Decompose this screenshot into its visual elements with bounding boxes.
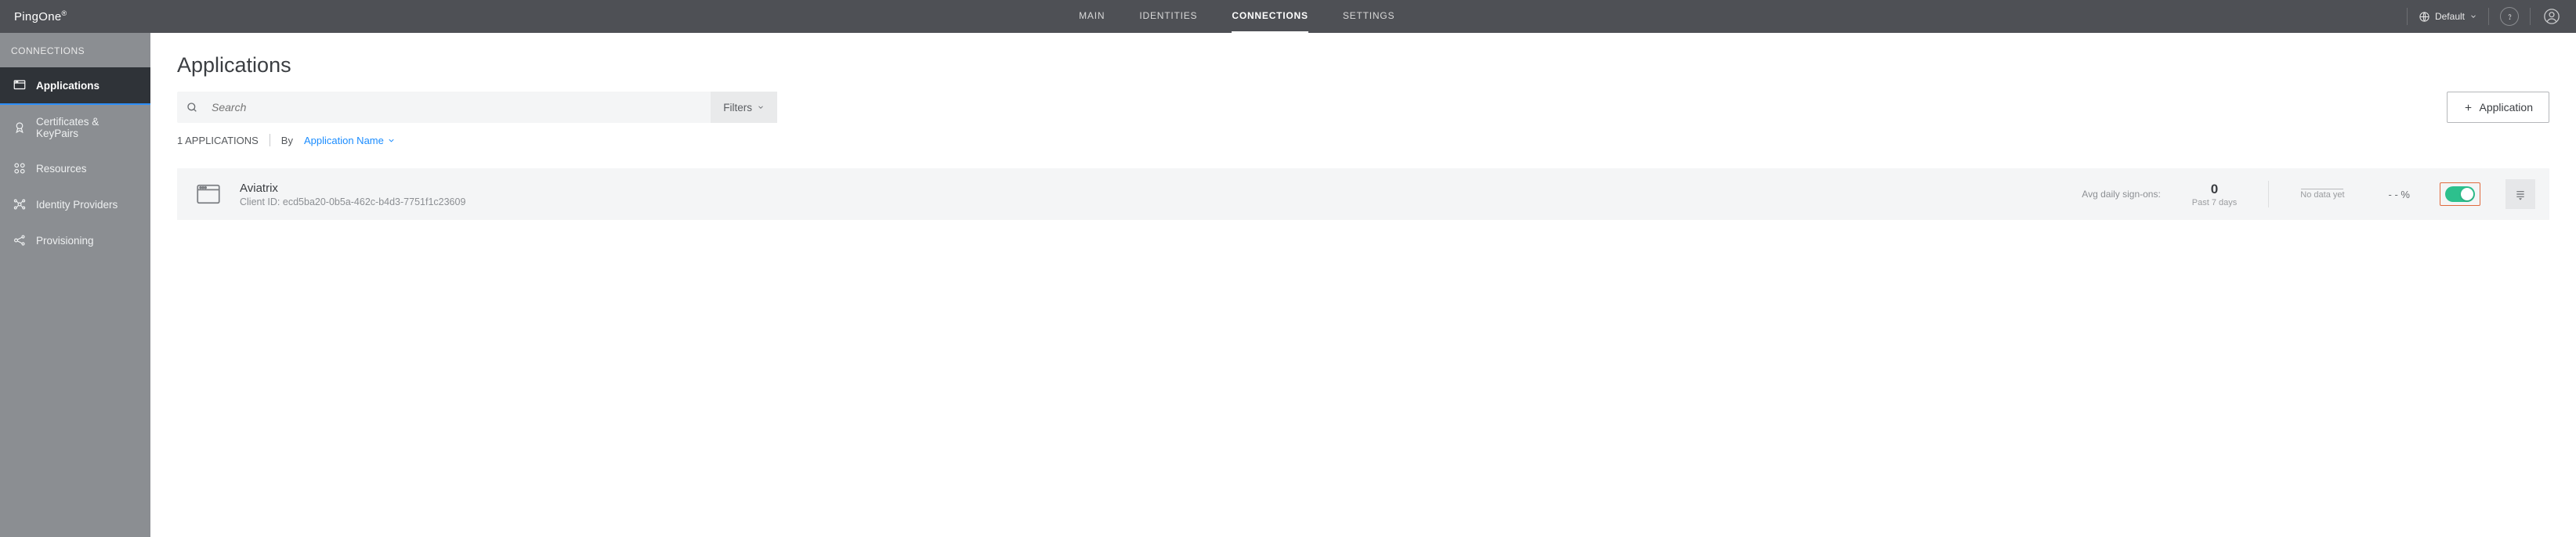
sidebar-item-label: Identity Providers	[36, 199, 118, 211]
environment-selector[interactable]: Default	[2419, 11, 2477, 23]
applications-icon	[13, 78, 27, 92]
top-nav: MAIN IDENTITIES CONNECTIONS SETTINGS	[67, 0, 2407, 33]
add-application-button[interactable]: Application	[2447, 92, 2550, 123]
sort-by-value: Application Name	[304, 135, 384, 146]
search-input[interactable]	[207, 92, 711, 123]
sidebar-item-identity-providers[interactable]: Identity Providers	[0, 186, 150, 222]
metric-period: Past 7 days	[2192, 198, 2237, 207]
main-content: Applications Filters Applica	[150, 33, 2576, 537]
brand-reg: ®	[61, 9, 67, 17]
application-client-id: Client ID: ecd5ba20-0b5a-462c-b4d3-7751f…	[240, 196, 465, 207]
sort-by-dropdown[interactable]: Application Name	[304, 135, 396, 146]
toggle-knob	[2461, 188, 2473, 200]
brand-logo: PingOne®	[14, 9, 67, 23]
nav-settings[interactable]: SETTINGS	[1343, 0, 1395, 33]
page-title: Applications	[177, 53, 2549, 77]
help-button[interactable]	[2500, 7, 2519, 26]
sidebar-title: CONNECTIONS	[0, 33, 150, 67]
top-right: Default	[2407, 6, 2562, 27]
client-id-label: Client ID:	[240, 196, 280, 207]
layout: CONNECTIONS Applications Certificates & …	[0, 33, 2576, 537]
search-wrap: Filters	[177, 92, 777, 123]
sidebar-item-resources[interactable]: Resources	[0, 150, 150, 186]
divider	[2407, 8, 2408, 25]
metric-value: 0	[2211, 182, 2218, 197]
enable-toggle-wrap	[2440, 182, 2480, 206]
application-icon	[194, 182, 223, 206]
sidebar-item-label: Certificates & KeyPairs	[36, 116, 138, 139]
nav-identities[interactable]: IDENTITIES	[1139, 0, 1197, 33]
metric-label: Avg daily sign-ons:	[2082, 189, 2161, 200]
pct-change: - - %	[2376, 189, 2422, 200]
divider	[2268, 181, 2269, 207]
sidebar: CONNECTIONS Applications Certificates & …	[0, 33, 150, 537]
chevron-down-icon	[2469, 13, 2477, 20]
sidebar-item-label: Provisioning	[36, 235, 94, 247]
filters-button[interactable]: Filters	[711, 92, 777, 123]
chevron-down-icon	[757, 103, 765, 111]
sort-by-prefix: By	[281, 135, 293, 146]
top-bar: PingOne® MAIN IDENTITIES CONNECTIONS SET…	[0, 0, 2576, 33]
sparkline-caption: No data yet	[2300, 190, 2344, 200]
environment-label: Default	[2435, 11, 2465, 22]
application-name: Aviatrix	[240, 182, 465, 195]
enable-toggle[interactable]	[2445, 186, 2475, 202]
chevron-down-icon	[387, 136, 396, 145]
client-id-value: ecd5ba20-0b5a-462c-b4d3-7751f1c23609	[283, 196, 466, 207]
brand-text: PingOne	[14, 10, 61, 23]
resources-icon	[13, 161, 27, 175]
search-icon	[177, 101, 207, 114]
metric-signons: 0 Past 7 days	[2178, 182, 2251, 207]
sidebar-item-label: Applications	[36, 80, 99, 92]
sidebar-item-provisioning[interactable]: Provisioning	[0, 222, 150, 258]
sidebar-item-certificates[interactable]: Certificates & KeyPairs	[0, 105, 150, 150]
add-app-label: Application	[2480, 101, 2534, 114]
divider	[2530, 8, 2531, 25]
sidebar-item-label: Resources	[36, 163, 87, 175]
identity-providers-icon	[13, 197, 27, 211]
toolbar: Filters Application	[177, 92, 2549, 123]
list-meta-row: 1 APPLICATIONS By Application Name	[177, 134, 2549, 146]
filters-label: Filters	[723, 102, 752, 114]
user-profile-button[interactable]	[2542, 6, 2562, 27]
globe-icon	[2419, 11, 2430, 23]
sparkline-block: No data yet	[2286, 189, 2358, 200]
certificates-icon	[13, 121, 27, 135]
provisioning-icon	[13, 233, 27, 247]
nav-main[interactable]: MAIN	[1079, 0, 1105, 33]
nav-connections[interactable]: CONNECTIONS	[1232, 0, 1308, 33]
expand-row-button[interactable]	[2505, 179, 2535, 209]
app-count-label: 1 APPLICATIONS	[177, 135, 259, 146]
sidebar-item-applications[interactable]: Applications	[0, 67, 150, 105]
application-row[interactable]: Aviatrix Client ID: ecd5ba20-0b5a-462c-b…	[177, 168, 2549, 220]
application-name-block: Aviatrix Client ID: ecd5ba20-0b5a-462c-b…	[240, 182, 465, 207]
divider	[2488, 8, 2489, 25]
plus-icon	[2463, 103, 2473, 113]
